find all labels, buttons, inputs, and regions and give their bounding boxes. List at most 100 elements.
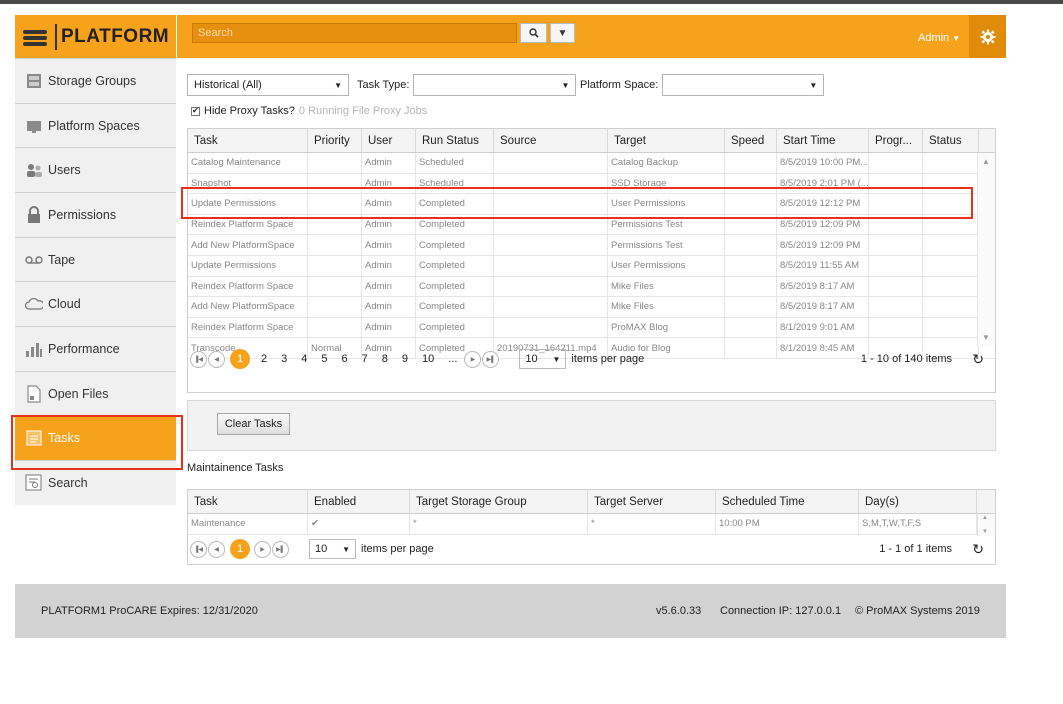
column-header[interactable]: Task (188, 490, 308, 513)
sidebar-item-platform-spaces[interactable]: Platform Spaces (15, 102, 176, 148)
sidebar-item-cloud[interactable]: Cloud (15, 281, 176, 327)
next-page-button[interactable]: ▶ (254, 540, 271, 558)
search-options-button[interactable]: ▼ (550, 23, 575, 43)
table-cell (308, 317, 362, 338)
page-number[interactable]: 8 (382, 353, 388, 365)
search-button[interactable] (520, 23, 547, 43)
column-header[interactable]: Progr... (869, 129, 923, 152)
column-header[interactable]: User (362, 129, 416, 152)
sidebar-item-tape[interactable]: Tape (15, 236, 176, 282)
column-header[interactable]: Target Storage Group (410, 490, 588, 513)
history-filter: Historical (All) ▼ (187, 74, 349, 96)
page-number[interactable]: 5 (321, 353, 327, 365)
page-current[interactable]: 1 (230, 349, 250, 369)
table-row[interactable]: Catalog Maintenance Admin Scheduled Catalog… (188, 153, 995, 174)
refresh-icon[interactable]: ↻ (972, 541, 984, 558)
table-cell: Mike Files (608, 297, 725, 317)
page-number[interactable]: 10 (422, 353, 434, 365)
prev-page-button[interactable]: ◀ (208, 350, 225, 368)
table-row[interactable]: Add New PlatformSpace Admin Completed Permi… (188, 235, 995, 256)
first-page-button[interactable]: ▐◀ (190, 350, 207, 368)
table-cell (308, 235, 362, 255)
table-cell (923, 255, 979, 276)
table-row[interactable]: Maintenance ✔ * * 10:00 PM S,M,T,W,T,F,S (188, 514, 995, 535)
first-page-button[interactable]: ▐◀ (190, 540, 207, 558)
maintenance-grid-scrollbar[interactable]: ▲ ▼ (977, 514, 995, 536)
column-header[interactable]: Task (188, 129, 308, 152)
scroll-down-icon[interactable]: ▼ (982, 529, 988, 535)
tasks-grid-scrollbar[interactable]: ▲ ▼ (977, 153, 995, 346)
sidebar-item-performance[interactable]: Performance (15, 326, 176, 371)
cloud-icon (25, 295, 43, 313)
page-size-select[interactable]: 10 ▼ (519, 349, 567, 369)
history-select[interactable]: Historical (All) ▼ (187, 74, 349, 96)
table-cell: Admin (362, 297, 416, 317)
page-number[interactable]: 2 (261, 353, 267, 365)
last-page-button[interactable]: ▶▌ (482, 350, 500, 368)
page-size-select[interactable]: 10 ▼ (309, 539, 356, 559)
platform-space-select[interactable]: ▼ (662, 74, 825, 96)
next-page-button[interactable]: ▶ (464, 350, 482, 368)
column-header[interactable]: Target Server (588, 490, 716, 513)
window-top-border (0, 0, 1063, 4)
caret-down-icon: ▼ (809, 80, 818, 90)
page-number[interactable]: 7 (362, 353, 368, 365)
settings-button[interactable] (969, 15, 1006, 58)
caret-down-icon: ▼ (552, 354, 561, 364)
sidebar-item-label: Storage Groups (48, 73, 137, 88)
highlight-update-permissions-row (181, 187, 973, 219)
sidebar-item-storage-groups[interactable]: Storage Groups (15, 58, 176, 103)
sidebar-item-users[interactable]: Users (15, 147, 176, 193)
last-page-button[interactable]: ▶▌ (272, 540, 289, 558)
column-header[interactable]: Day(s) (859, 490, 977, 513)
column-header[interactable]: Speed (725, 129, 777, 152)
user-menu[interactable]: Admin ▼ (918, 32, 960, 44)
column-header[interactable]: Enabled (308, 490, 410, 513)
column-header[interactable]: Target (608, 129, 725, 152)
platform-logo[interactable]: PLATFORM (15, 15, 176, 58)
search-list-icon (25, 474, 43, 492)
file-icon (25, 385, 43, 403)
page-numbers: 2 3 4 5 6 7 8 9 10... (254, 353, 464, 365)
table-cell (494, 153, 608, 173)
sidebar-item-permissions[interactable]: Permissions (15, 192, 176, 237)
page-number[interactable]: 4 (301, 353, 307, 365)
clear-tasks-button[interactable]: Clear Tasks (217, 413, 290, 435)
table-cell (725, 297, 777, 317)
history-select-value: Historical (All) (194, 79, 262, 91)
table-cell: Catalog Backup (608, 153, 725, 173)
enabled-checkbox[interactable]: ✔ (308, 514, 410, 534)
page-number[interactable]: 9 (402, 353, 408, 365)
scroll-up-icon[interactable]: ▲ (982, 515, 988, 521)
column-header[interactable]: Start Time (777, 129, 869, 152)
column-header[interactable]: Run Status (416, 129, 494, 152)
storage-icon (25, 72, 43, 90)
scroll-down-icon[interactable]: ▼ (982, 333, 990, 342)
table-cell: 8/5/2019 11:55 AM (777, 255, 869, 276)
table-row[interactable]: Update Permissions Admin Completed User Per… (188, 255, 995, 277)
clear-tasks-area: Clear Tasks (187, 400, 996, 451)
table-row[interactable]: Add New PlatformSpace Admin Completed Mike … (188, 297, 995, 318)
table-row[interactable]: Reindex Platform Space Admin Completed ProM… (188, 317, 995, 339)
table-cell (494, 276, 608, 297)
scroll-up-icon[interactable]: ▲ (982, 157, 990, 166)
column-header[interactable]: Status (923, 129, 979, 152)
page-number[interactable]: ... (448, 353, 457, 365)
refresh-icon[interactable]: ↻ (972, 351, 984, 368)
page-number[interactable]: 6 (342, 353, 348, 365)
sidebar-item-label: Cloud (48, 297, 81, 312)
table-cell (308, 255, 362, 276)
column-header[interactable]: Priority (308, 129, 362, 152)
page-number[interactable]: 3 (281, 353, 287, 365)
table-cell (494, 317, 608, 338)
table-row[interactable]: Reindex Platform Space Admin Completed Mike… (188, 276, 995, 298)
column-header[interactable]: Source (494, 129, 608, 152)
prev-page-button[interactable]: ◀ (208, 540, 225, 558)
column-header[interactable]: Scheduled Time (716, 490, 859, 513)
task-type-select[interactable]: ▼ (413, 74, 577, 96)
table-cell (494, 235, 608, 255)
sidebar-item-open-files[interactable]: Open Files (15, 370, 176, 416)
search-input[interactable]: Search (192, 23, 517, 43)
page-current[interactable]: 1 (230, 539, 250, 559)
hide-proxy-checkbox[interactable]: ✔ (191, 106, 200, 116)
